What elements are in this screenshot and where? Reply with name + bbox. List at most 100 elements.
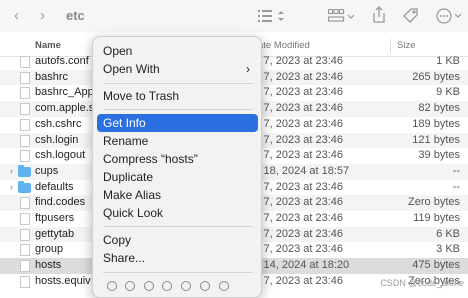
menu-item-move-to-trash[interactable]: Move to Trash	[97, 87, 258, 105]
file-name: autofs.conf	[35, 55, 89, 67]
document-icon	[20, 87, 30, 100]
disclosure-chevron-icon[interactable]: ›	[10, 164, 13, 180]
file-date: l 7, 2023 at 23:46	[258, 86, 344, 99]
document-icon	[20, 118, 30, 131]
file-size: --	[452, 164, 460, 177]
name-column-header[interactable]: Name	[35, 40, 61, 51]
file-size: 189 bytes	[412, 117, 460, 130]
file-name: defaults	[35, 180, 74, 193]
document-icon	[20, 134, 30, 147]
file-date: l 7, 2023 at 23:46	[258, 70, 344, 83]
document-icon	[20, 71, 30, 84]
date-column-header[interactable]: ate Modified	[258, 40, 310, 51]
back-icon[interactable]: ‹	[14, 0, 19, 32]
file-size: 265 bytes	[412, 70, 460, 83]
tag-icon[interactable]	[402, 7, 420, 25]
file-size: 6 KB	[436, 227, 460, 240]
file-size: 121 bytes	[412, 133, 460, 146]
document-icon	[20, 228, 30, 241]
document-icon	[20, 56, 30, 68]
size-column-header[interactable]: Size	[397, 40, 415, 51]
file-name: group	[35, 243, 64, 256]
forward-icon[interactable]: ›	[40, 0, 45, 32]
menu-item-label: Copy	[103, 233, 132, 247]
tag-color-dot[interactable]	[181, 281, 191, 291]
file-date: l 7, 2023 at 23:46	[258, 133, 344, 146]
file-size: 475 bytes	[412, 259, 460, 272]
tag-color-dot[interactable]	[219, 281, 229, 291]
menu-item-make-alias[interactable]: Make Alias	[97, 186, 258, 204]
column-divider[interactable]	[390, 39, 391, 53]
folder-icon	[18, 180, 31, 193]
menu-item-label: Make Alias	[103, 188, 162, 202]
menu-item-quick-look[interactable]: Quick Look	[97, 204, 258, 222]
file-name: find.codes	[35, 196, 86, 209]
tag-color-dot[interactable]	[162, 281, 172, 291]
submenu-arrow-icon: ›	[246, 62, 250, 76]
file-date: l 14, 2024 at 18:20	[258, 259, 350, 272]
file-name: com.apple.screensharing.agent.launchd	[35, 102, 93, 115]
tag-color-dot[interactable]	[144, 281, 154, 291]
menu-item-label: Get Info	[103, 116, 146, 130]
file-date: l 7, 2023 at 23:46	[258, 180, 344, 193]
menu-separator	[103, 272, 253, 273]
watermark: CSDN @code_alone	[380, 278, 464, 288]
menu-item-rename[interactable]: Rename	[97, 132, 258, 150]
menu-item-open-with[interactable]: Open With ›	[97, 60, 258, 78]
tag-color-dot[interactable]	[200, 281, 210, 291]
document-icon	[20, 197, 30, 210]
file-size: Zero bytes	[408, 196, 460, 209]
menu-item-share[interactable]: Share...	[97, 249, 258, 267]
file-date: l 7, 2023 at 23:46	[258, 243, 344, 256]
file-size: 9 KB	[436, 86, 460, 99]
document-icon	[20, 260, 30, 273]
list-view-icon[interactable]	[258, 9, 288, 23]
document-icon	[20, 213, 30, 225]
file-name: bashrc_Apple_Terminal	[35, 86, 93, 99]
menu-item-label: Duplicate	[103, 170, 154, 184]
file-name: hosts	[35, 259, 62, 272]
menu-item-label: Compress “hosts”	[103, 152, 198, 166]
menu-separator	[103, 109, 253, 110]
menu-item-open[interactable]: Open	[97, 42, 258, 60]
file-size: 39 bytes	[418, 149, 460, 162]
menu-item-label: Open With	[103, 62, 160, 76]
document-icon	[20, 275, 30, 288]
menu-item-label: Rename	[103, 134, 149, 148]
file-name: bashrc	[35, 70, 69, 83]
context-menu: Open Open With › Move to Trash Get Info R…	[92, 36, 262, 298]
file-date: l 7, 2023 at 23:46	[258, 212, 344, 224]
menu-item-label: Quick Look	[103, 206, 164, 220]
share-icon[interactable]	[372, 6, 386, 24]
file-name: hosts.equiv	[35, 274, 91, 287]
document-icon	[20, 103, 30, 116]
file-date: l 7, 2023 at 23:46	[258, 227, 344, 240]
file-name: ftpusers	[35, 212, 75, 224]
more-actions-icon[interactable]	[436, 7, 464, 25]
menu-separator	[103, 83, 253, 84]
group-icon[interactable]	[328, 9, 356, 23]
file-name: cups	[35, 164, 59, 177]
file-size: 119 bytes	[413, 212, 460, 224]
file-name: csh.login	[35, 133, 79, 146]
menu-item-duplicate[interactable]: Duplicate	[97, 168, 258, 186]
menu-item-get-info[interactable]: Get Info	[97, 114, 258, 132]
menu-item-label: Share...	[103, 251, 146, 265]
file-date: l 7, 2023 at 23:46	[258, 274, 344, 287]
document-icon	[20, 244, 30, 257]
file-date: l 7, 2023 at 23:46	[258, 117, 344, 130]
tag-color-dot[interactable]	[125, 281, 135, 291]
tag-color-dot[interactable]	[107, 281, 117, 291]
menu-item-compress[interactable]: Compress “hosts”	[97, 150, 258, 168]
disclosure-chevron-icon[interactable]: ›	[10, 180, 13, 196]
file-size: 3 KB	[436, 243, 460, 256]
file-size: --	[452, 180, 460, 193]
file-name: csh.logout	[35, 149, 86, 162]
file-date: l 7, 2023 at 23:46	[258, 196, 344, 209]
file-name: gettytab	[35, 227, 75, 240]
toolbar: ‹ › etc	[0, 0, 468, 32]
document-icon	[20, 150, 30, 163]
menu-item-copy[interactable]: Copy	[97, 231, 258, 249]
menu-item-label: Move to Trash	[103, 89, 180, 103]
file-date: l 18, 2024 at 18:57	[258, 164, 350, 177]
